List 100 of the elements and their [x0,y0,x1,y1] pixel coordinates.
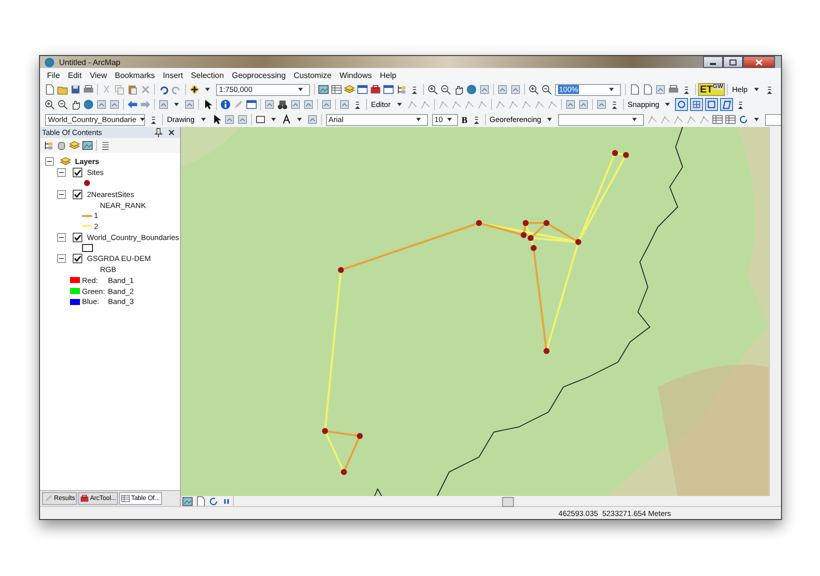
tool-icon[interactable] [578,99,589,110]
menu-item[interactable]: Windows [335,70,376,80]
expander-icon[interactable] [56,232,67,243]
tool-icon[interactable] [497,84,508,95]
zoom-out-icon[interactable] [57,99,68,110]
tool-icon[interactable] [655,84,666,95]
binoculars-icon[interactable] [277,99,288,110]
zoom-out-icon[interactable] [541,84,552,95]
page-icon[interactable] [642,84,653,95]
expander-icon[interactable] [56,188,67,200]
square-snap-icon[interactable] [705,98,718,111]
tool-icon[interactable] [224,114,235,125]
layers-icon[interactable] [60,156,71,167]
printer-icon[interactable] [83,84,94,95]
vertical-scrollbar[interactable] [769,127,781,496]
close-icon[interactable] [755,58,763,66]
grip-icon[interactable] [681,84,692,95]
info-icon[interactable] [220,99,231,110]
tool-icon[interactable] [184,99,195,110]
pin-icon[interactable] [153,127,164,138]
tool-icon[interactable] [96,99,107,110]
tool-icon[interactable] [339,99,350,110]
menu-item[interactable]: Help [376,70,400,80]
page-icon[interactable] [629,84,640,95]
minimize-button[interactable] [703,56,723,68]
table-icon[interactable] [712,114,724,125]
menu-item[interactable]: View [86,70,111,80]
expander-icon[interactable] [56,253,67,264]
expander-icon[interactable] [56,167,67,178]
grip-icon[interactable] [352,99,363,110]
tool-icon[interactable] [290,99,301,110]
checkbox[interactable] [72,232,83,243]
circle-snap-icon[interactable] [675,98,688,111]
checkbox[interactable] [72,253,83,264]
menu-item[interactable]: File [43,70,64,80]
refresh-icon[interactable] [208,496,219,506]
menu-item[interactable]: Customize [290,70,336,80]
zoom-in-icon[interactable] [427,84,438,95]
tool-icon[interactable] [321,99,332,110]
tool-icon[interactable] [596,99,607,110]
hand-icon[interactable] [453,84,464,95]
page-icon[interactable] [44,84,55,95]
window-icon[interactable] [357,84,368,95]
checkbox[interactable] [72,188,83,200]
arrow-left-icon[interactable] [127,99,138,110]
cylinder-icon[interactable] [56,140,67,151]
grip-icon[interactable] [409,84,420,95]
toolbox-icon[interactable] [80,494,89,503]
grid-snap-icon[interactable] [690,98,704,111]
expander-icon[interactable] [44,156,55,167]
hand-icon[interactable] [70,99,81,110]
close-button[interactable] [743,56,775,68]
tool-icon[interactable] [264,99,275,110]
folder-icon[interactable] [57,84,68,95]
clipboard-icon[interactable] [127,84,138,95]
tool-icon[interactable] [306,114,318,125]
zoom-in-icon[interactable] [528,84,539,95]
tool-icon[interactable] [303,99,314,110]
checkbox[interactable] [72,167,83,178]
refresh-icon[interactable] [738,114,750,125]
bold-button[interactable]: B [460,114,470,124]
toolbox-icon[interactable] [370,84,381,95]
map-icon[interactable] [318,84,329,95]
grip-icon[interactable] [148,114,159,125]
window-icon[interactable] [246,99,257,110]
tool-icon[interactable] [236,114,248,125]
window-icon[interactable] [383,84,394,95]
input-field[interactable] [558,114,644,126]
zoom-in-icon[interactable] [44,99,55,110]
menu-item[interactable]: Bookmarks [110,70,159,80]
maximize-icon[interactable] [729,58,737,66]
table-icon[interactable] [121,494,130,503]
map-icon[interactable] [82,140,93,151]
zoom-out-icon[interactable] [440,84,451,95]
tool-icon[interactable] [158,99,169,110]
toolbar-logo[interactable]: ET$^{GW}$ [698,82,726,96]
table-icon[interactable] [725,114,736,125]
menu-item[interactable]: Selection [186,70,228,80]
layers-icon[interactable] [344,84,355,95]
letter-a-icon[interactable] [280,114,292,125]
tree-icon[interactable] [43,140,54,151]
layers-icon[interactable] [69,140,80,151]
map-icon[interactable] [182,496,193,506]
undo-icon[interactable] [158,84,169,95]
plus-icon[interactable] [189,84,200,95]
menu-item[interactable]: Edit [64,70,86,80]
maximize-button[interactable] [723,56,743,68]
table-icon[interactable] [331,84,342,95]
printer-icon[interactable] [668,84,679,95]
tool-icon[interactable] [510,84,521,95]
globe-icon[interactable] [83,99,94,110]
tool-icon[interactable] [564,99,576,110]
pointer-icon[interactable] [202,99,213,110]
tool-icon[interactable] [109,99,120,110]
edge-snap-icon[interactable] [720,98,734,111]
globe-icon[interactable] [44,56,55,68]
menu-item[interactable]: Insert [158,70,187,80]
list-icon[interactable] [100,140,111,151]
close-icon[interactable] [166,127,177,138]
tool-icon[interactable] [479,84,490,95]
